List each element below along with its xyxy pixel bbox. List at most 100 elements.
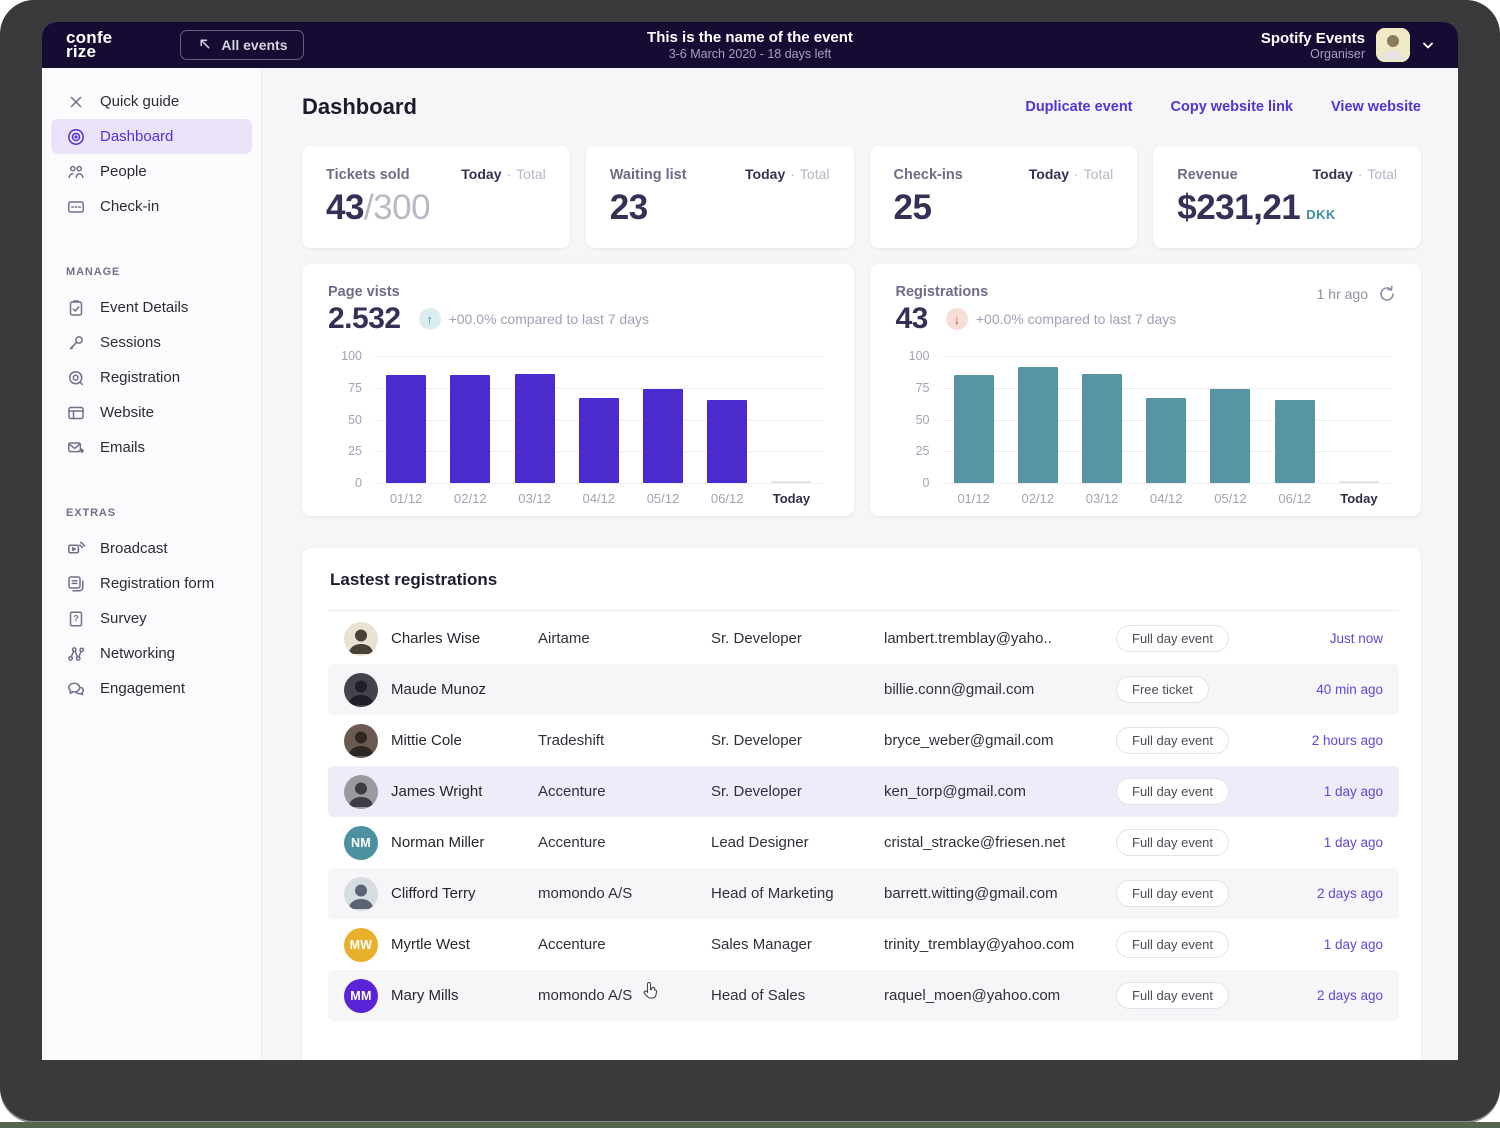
table-row[interactable]: Charles Wise Airtame Sr. Developer lambert.… [328,613,1399,664]
chart-bar [1210,389,1251,483]
organiser-name: Spotify Events [1260,29,1365,47]
table-row[interactable]: Maude Munoz billie.conn@gmail.com Free tic… [328,664,1399,715]
conferize-logo[interactable]: confe rize [66,29,112,61]
today-toggle[interactable]: Today [1313,166,1353,182]
registration-time-link[interactable]: 40 min ago [1261,682,1383,697]
sidebar-item-emails[interactable]: Emails [51,430,252,465]
table-row[interactable]: Mittie Cole Tradeshift Sr. Developer bryce_… [328,715,1399,766]
registration-time-link[interactable]: 1 day ago [1261,835,1383,850]
sidebar-item-event-details[interactable]: Event Details [51,290,252,325]
refresh-icon[interactable] [1377,284,1397,304]
ticket-type-badge: Full day event [1116,931,1229,958]
attendee-name: Norman Miller [391,834,485,851]
sidebar-item-registration-form[interactable]: Registration form [51,566,252,601]
sidebar-item-website[interactable]: Website [51,395,252,430]
x-axis-label: Today [772,491,811,506]
y-axis-tick: 0 [355,476,362,490]
table-row[interactable]: Clifford Terry momondo A/S Head of Marketi… [328,868,1399,919]
table-row[interactable]: MM Mary Mills momondo A/S Head of Sales raqu… [328,970,1399,1021]
all-events-button[interactable]: All events [180,30,305,60]
ticket-type-badge: Full day event [1116,880,1229,907]
account-menu[interactable]: Spotify Events Organiser [1261,28,1436,62]
stat-value: 23 [609,188,648,227]
chart-title: Page vists [328,284,400,300]
attendee-email: trinity_tremblay@yahoo.com [884,936,1075,953]
sidebar-item-registration[interactable]: Registration [51,360,252,395]
x-axis-label: 02/12 [454,491,487,506]
attendee-role: Sr. Developer [711,732,802,749]
sidebar-item-label: Engagement [100,680,186,697]
sidebar-item-label: Registration [100,369,181,386]
chart-bar [771,481,812,483]
last-updated-label: 1 hr ago [1316,286,1368,302]
sidebar-item-label: Survey [100,610,147,627]
sidebar-item-networking[interactable]: Networking [51,636,252,671]
ticket-type-badge: Full day event [1116,727,1229,754]
people-icon [66,162,86,182]
registration-time-link[interactable]: 2 days ago [1261,886,1383,901]
total-toggle[interactable]: Total [1084,166,1114,182]
chart-card-page-vists: Page vists 2.532 ↑ +00.0% compared to last … [302,264,854,516]
sidebar-item-people[interactable]: People [51,154,252,189]
today-toggle[interactable]: Today [1029,166,1069,182]
close-icon [66,92,86,112]
copy-website-link-link[interactable]: Copy website link [1171,99,1293,115]
sidebar-item-label: Quick guide [100,93,180,110]
table-row[interactable]: NM Norman Miller Accenture Lead Designer cri… [328,817,1399,868]
y-axis-tick: 50 [915,412,930,427]
sidebar-item-label: Event Details [100,299,189,316]
stat-value: 43/300 [326,188,431,227]
attendee-name: Mittie Cole [391,732,462,749]
browser-icon [66,403,86,423]
view-website-link[interactable]: View website [1331,99,1421,115]
envelope-icon [66,438,86,458]
x-axis-label: 03/12 [518,491,551,506]
chevron-down-icon[interactable] [1420,37,1436,53]
table-row[interactable]: MW Myrtle West Accenture Sales Manager trini… [328,919,1399,970]
sidebar-item-sessions[interactable]: Sessions [51,325,252,360]
registration-time-link[interactable]: 1 day ago [1261,784,1383,799]
attendee-company: momondo A/S [538,885,633,902]
registration-time-link[interactable]: 2 hours ago [1261,733,1383,748]
bar-chart-plot: 0 25 50 75 100 [909,349,1391,490]
event-dates: 3-6 March 2020 - 18 days left [668,47,832,61]
sidebar-item-survey[interactable]: ? Survey [51,601,252,636]
attendee-role: Sales Manager [711,936,812,953]
registration-time-link[interactable]: Just now [1261,631,1383,646]
attendee-email: lambert.tremblay@yaho.. [884,630,1052,647]
registration-time-link[interactable]: 1 day ago [1261,937,1383,952]
sidebar: Quick guide Dashboard People Check-in MANAGE… [42,68,262,1060]
y-axis-tick: 25 [915,444,930,459]
organiser-avatar[interactable] [1376,28,1410,62]
stat-card-tickets-sold: Tickets sold Today · Total 43/300 [302,146,570,248]
registration-time-link[interactable]: 2 days ago [1261,988,1383,1003]
latest-registrations-card: Lastest registrations Charles Wise Airtam… [302,548,1421,1060]
total-toggle[interactable]: Total [1367,166,1397,182]
today-toggle[interactable]: Today [461,166,501,182]
sidebar-item-check-in[interactable]: Check-in [51,189,252,224]
broadcast-icon [66,539,86,559]
chart-bar [1082,373,1123,483]
x-axis-label: Today [1340,491,1378,506]
sidebar-item-engagement[interactable]: Engagement [51,671,252,706]
sidebar-item-broadcast[interactable]: Broadcast [51,531,252,566]
sidebar-item-dashboard[interactable]: Dashboard [51,119,252,154]
total-toggle[interactable]: Total [800,166,830,182]
duplicate-event-link[interactable]: Duplicate event [1025,99,1132,115]
today-toggle[interactable]: Today [745,166,785,182]
attendee-email: cristal_stracke@friesen.net [884,834,1066,851]
page-title: Dashboard [302,94,417,119]
y-axis-tick: 50 [348,412,362,427]
arrow-up-left-icon [197,36,212,54]
sidebar-item-quick-guide[interactable]: Quick guide [51,84,252,119]
ticket-type-badge: Full day event [1116,625,1229,652]
logo-line2: rize [66,42,97,61]
chart-bar [1274,400,1315,483]
stat-label: Revenue [1177,167,1238,183]
avatar: MM [344,978,378,1013]
total-toggle[interactable]: Total [516,166,546,182]
sidebar-item-label: Emails [100,439,146,456]
attendee-company: Accenture [538,936,606,953]
checkin-icon [66,197,86,217]
table-row[interactable]: James Wright Accenture Sr. Developer ken_to… [328,766,1399,817]
